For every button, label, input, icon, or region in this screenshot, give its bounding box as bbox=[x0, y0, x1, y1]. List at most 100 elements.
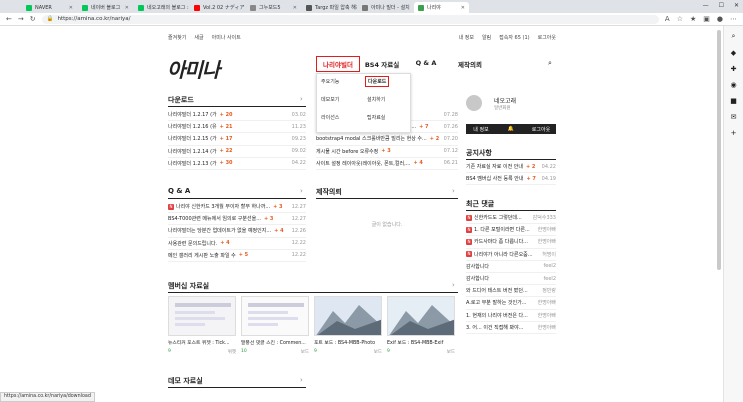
recent-comment-row[interactable]: 와 드디어 테스트 버전 떴던... 정민랑 bbox=[466, 285, 556, 298]
gallery-thumbnail[interactable] bbox=[241, 296, 309, 336]
tab-close-icon[interactable]: ✕ bbox=[125, 5, 129, 11]
download-row[interactable]: 나리야빌더 1.2.17 (가 + 20 03.02 bbox=[168, 109, 306, 122]
office-icon[interactable]: ■ bbox=[730, 97, 737, 105]
qna-section-title[interactable]: Q & A bbox=[168, 187, 190, 195]
tab-close-icon[interactable]: ✕ bbox=[293, 5, 297, 11]
demo-section-title[interactable]: 데모 자료실 bbox=[168, 376, 203, 386]
menu-request[interactable]: 제작의뢰 bbox=[448, 59, 492, 72]
topnav-link[interactable]: 로그아웃 bbox=[538, 34, 556, 41]
gallery-item[interactable]: 뉴스티커 포스트 위젯 : Tick... 9 위젯 bbox=[168, 296, 236, 355]
search-icon[interactable]: ⌕ bbox=[732, 32, 736, 41]
bell-icon[interactable]: 🔔 bbox=[496, 124, 526, 134]
recent-comment-row[interactable]: A.로고 부분 말하는 것인가... 한명아빠 bbox=[466, 297, 556, 310]
browser-tab[interactable]: NAVER ✕ bbox=[22, 2, 77, 13]
recent-comment-row[interactable]: 1. 현재의 나리야 버전은 다... 한명아빠 bbox=[466, 310, 556, 322]
gallery-thumbnail[interactable] bbox=[168, 296, 236, 336]
qna-row[interactable]: N 나리야 신한카드 3개월 무이자 할부 하나까... + 3 12.27 bbox=[168, 201, 306, 214]
topnav-link[interactable]: 새글 bbox=[194, 34, 203, 41]
browser-tab[interactable]: 나리야 ✕ bbox=[414, 2, 469, 13]
more-icon[interactable]: ⋯ bbox=[730, 15, 737, 23]
recent-comment-row[interactable]: 감사합니다 feel2 bbox=[466, 261, 556, 273]
download-row[interactable]: 나리야빌더 1.2.15 (가 + 17 09.23 bbox=[168, 133, 306, 146]
gallery-more-icon[interactable]: › bbox=[452, 281, 455, 289]
download-row[interactable]: 나리야빌더 1.2.14 (가 + 22 09.02 bbox=[168, 146, 306, 158]
gallery-section-title[interactable]: 멤버십 자료실 bbox=[168, 281, 209, 291]
collections-icon[interactable]: ▣ bbox=[703, 15, 710, 23]
favorites-icon[interactable]: ★ bbox=[690, 15, 696, 23]
tab-close-icon[interactable]: ✕ bbox=[461, 5, 465, 11]
star-icon[interactable]: ☆ bbox=[677, 15, 683, 23]
download-section-title[interactable]: 다운로드 bbox=[168, 95, 194, 105]
browser-tab[interactable]: Targz 파일 압축 해제✕ bbox=[302, 2, 357, 13]
notice-row[interactable]: 기존 자료실 자료 이전 안내 + 2 04.22 bbox=[466, 161, 556, 174]
gallery-item[interactable]: Exif 보드 : BS4-MBB-Exif 9 보드 bbox=[387, 296, 455, 355]
dropdown-install[interactable]: 설치하기 bbox=[367, 96, 385, 103]
recent-comment-row[interactable]: N 나리야가 아니라 다른오줌... 허명이 bbox=[466, 249, 556, 261]
dropdown-demo[interactable]: 데모보기 bbox=[321, 96, 339, 103]
my-info-button[interactable]: 내 정보 bbox=[466, 124, 496, 134]
qna-more-icon[interactable]: › bbox=[300, 187, 303, 195]
notice-row[interactable]: BS4 멤버십 사전 등록 안내 + 7 04.19 bbox=[466, 173, 556, 186]
topnav-link[interactable]: 알림 bbox=[482, 34, 491, 41]
download-more-icon[interactable]: › bbox=[300, 95, 303, 103]
close-window-icon[interactable]: ✕ bbox=[734, 2, 739, 9]
recent-comment-row[interactable]: 3. 어... 이건 직접해 봐야... 한명아빠 bbox=[466, 322, 556, 334]
gallery-thumbnail[interactable] bbox=[314, 296, 382, 336]
browser-tab[interactable]: 네이버 블로그 ✕ bbox=[78, 2, 133, 13]
qna-row[interactable]: 사용관련 문의드립니다. + 4 12.22 bbox=[168, 238, 306, 250]
forward-icon[interactable]: → bbox=[18, 15, 24, 23]
recent-comment-row[interactable]: N 신한카드도 그렇던데... 감덕수333 bbox=[466, 212, 556, 225]
topnav-link[interactable]: 접속자 65 (1) bbox=[499, 34, 529, 41]
browser-tab[interactable]: 아미나 빌더 - 설치✕ bbox=[358, 2, 413, 13]
recent-comment-row[interactable]: N 1. 다른 포털이라면 다른... 한명아빠 bbox=[466, 224, 556, 237]
recent-comments-title[interactable]: 최근 댓글 bbox=[466, 199, 494, 209]
topnav-link[interactable]: 즐겨찾기 bbox=[168, 34, 186, 41]
download-row[interactable]: 나리야빌더 1.2.13 (가 + 30 04.22 bbox=[168, 158, 306, 170]
browser-tab[interactable]: 네오고래의 블로그 : 네이...✕ bbox=[134, 2, 189, 13]
back-icon[interactable]: ← bbox=[6, 15, 12, 23]
tab-close-icon[interactable]: ✕ bbox=[69, 5, 73, 11]
recent-comment-row[interactable]: N 카드사마다 좀 다릅니다... 한명아빠 bbox=[466, 236, 556, 249]
tips-row[interactable]: 사이트 설정 레이아웃(레이아웃, 폰트,컬러,... + 4 06.21 bbox=[316, 158, 458, 170]
menu-qna[interactable]: Q & A bbox=[404, 59, 448, 72]
maximize-icon[interactable]: ☐ bbox=[719, 2, 724, 9]
topnav-link[interactable]: 내 정보 bbox=[459, 34, 474, 41]
games-icon[interactable]: ◉ bbox=[730, 81, 736, 89]
gallery-thumbnail[interactable] bbox=[387, 296, 455, 336]
profile-icon[interactable]: ● bbox=[717, 15, 723, 23]
menu-nariya-builder[interactable]: 나리야빌더 bbox=[316, 56, 360, 72]
tips-row[interactable]: bootstrap4 modal 스크롤바만큼 밀리는 현상 수... + 2 07… bbox=[316, 133, 458, 146]
refresh-icon[interactable]: ↻ bbox=[30, 15, 36, 23]
browser-tab[interactable]: Vol.2 02 ナディア Nadia ナ...✕ bbox=[190, 2, 245, 13]
dropdown-download[interactable]: 다운로드 bbox=[365, 76, 390, 87]
outlook-icon[interactable]: ✉ bbox=[731, 113, 737, 121]
dropdown-license[interactable]: 라이선스 bbox=[321, 114, 339, 121]
shopping-icon[interactable]: ◆ bbox=[731, 49, 736, 57]
qna-row[interactable]: BS4-T000관련 메뉴에서 임의로 구분선을... + 3 12.27 bbox=[168, 213, 306, 226]
topnav-link[interactable]: 아미나 사이트 bbox=[212, 34, 241, 41]
qna-row[interactable]: 메인 갤러리 게시판 노출 파일 수 + 5 12.22 bbox=[168, 250, 306, 262]
download-row[interactable]: 나리야빌더 1.2.16 (유 + 21 11.23 bbox=[168, 121, 306, 134]
avatar[interactable] bbox=[466, 95, 482, 111]
add-icon[interactable]: + bbox=[731, 129, 737, 137]
site-logo[interactable]: 아미나 bbox=[167, 54, 220, 83]
notice-section-title[interactable]: 공지사항 bbox=[466, 148, 492, 158]
read-aloud-icon[interactable]: A bbox=[665, 15, 670, 23]
url-input[interactable]: 🔒 https://amina.co.kr/nariya/ bbox=[41, 14, 659, 24]
gallery-item[interactable]: 포트 보드 : BS4-MBB-Photo 9 보드 bbox=[314, 296, 382, 355]
demo-more-icon[interactable]: › bbox=[300, 376, 303, 384]
tools-icon[interactable]: ✚ bbox=[731, 65, 737, 73]
gallery-item[interactable]: 말풍선 댓글 스킨 : Commen... 10 보드 bbox=[241, 296, 309, 355]
dropdown-tips[interactable]: 팁자료실 bbox=[367, 114, 385, 121]
browser-tab[interactable]: 그누보드5 ✕ bbox=[246, 2, 301, 13]
dropdown-features[interactable]: 주요기능 bbox=[321, 78, 339, 85]
minimize-icon[interactable]: — bbox=[703, 2, 709, 9]
menu-bs4[interactable]: BS4 자료실 bbox=[360, 59, 404, 72]
profile-name[interactable]: 네오고래 bbox=[494, 96, 516, 105]
request-section-title[interactable]: 제작의뢰 bbox=[316, 187, 342, 197]
qna-row[interactable]: 나리야빌더는 당분간 업데이트가 없을 예정인지... + 4 12.26 bbox=[168, 225, 306, 238]
search-icon[interactable]: ⌕ bbox=[548, 59, 552, 68]
recent-comment-row[interactable]: 감사합니다 feel2 bbox=[466, 273, 556, 286]
tips-row[interactable]: 게시물 시간 before 오류수정 + 3 07.12 bbox=[316, 146, 458, 158]
request-more-icon[interactable]: › bbox=[452, 187, 455, 195]
